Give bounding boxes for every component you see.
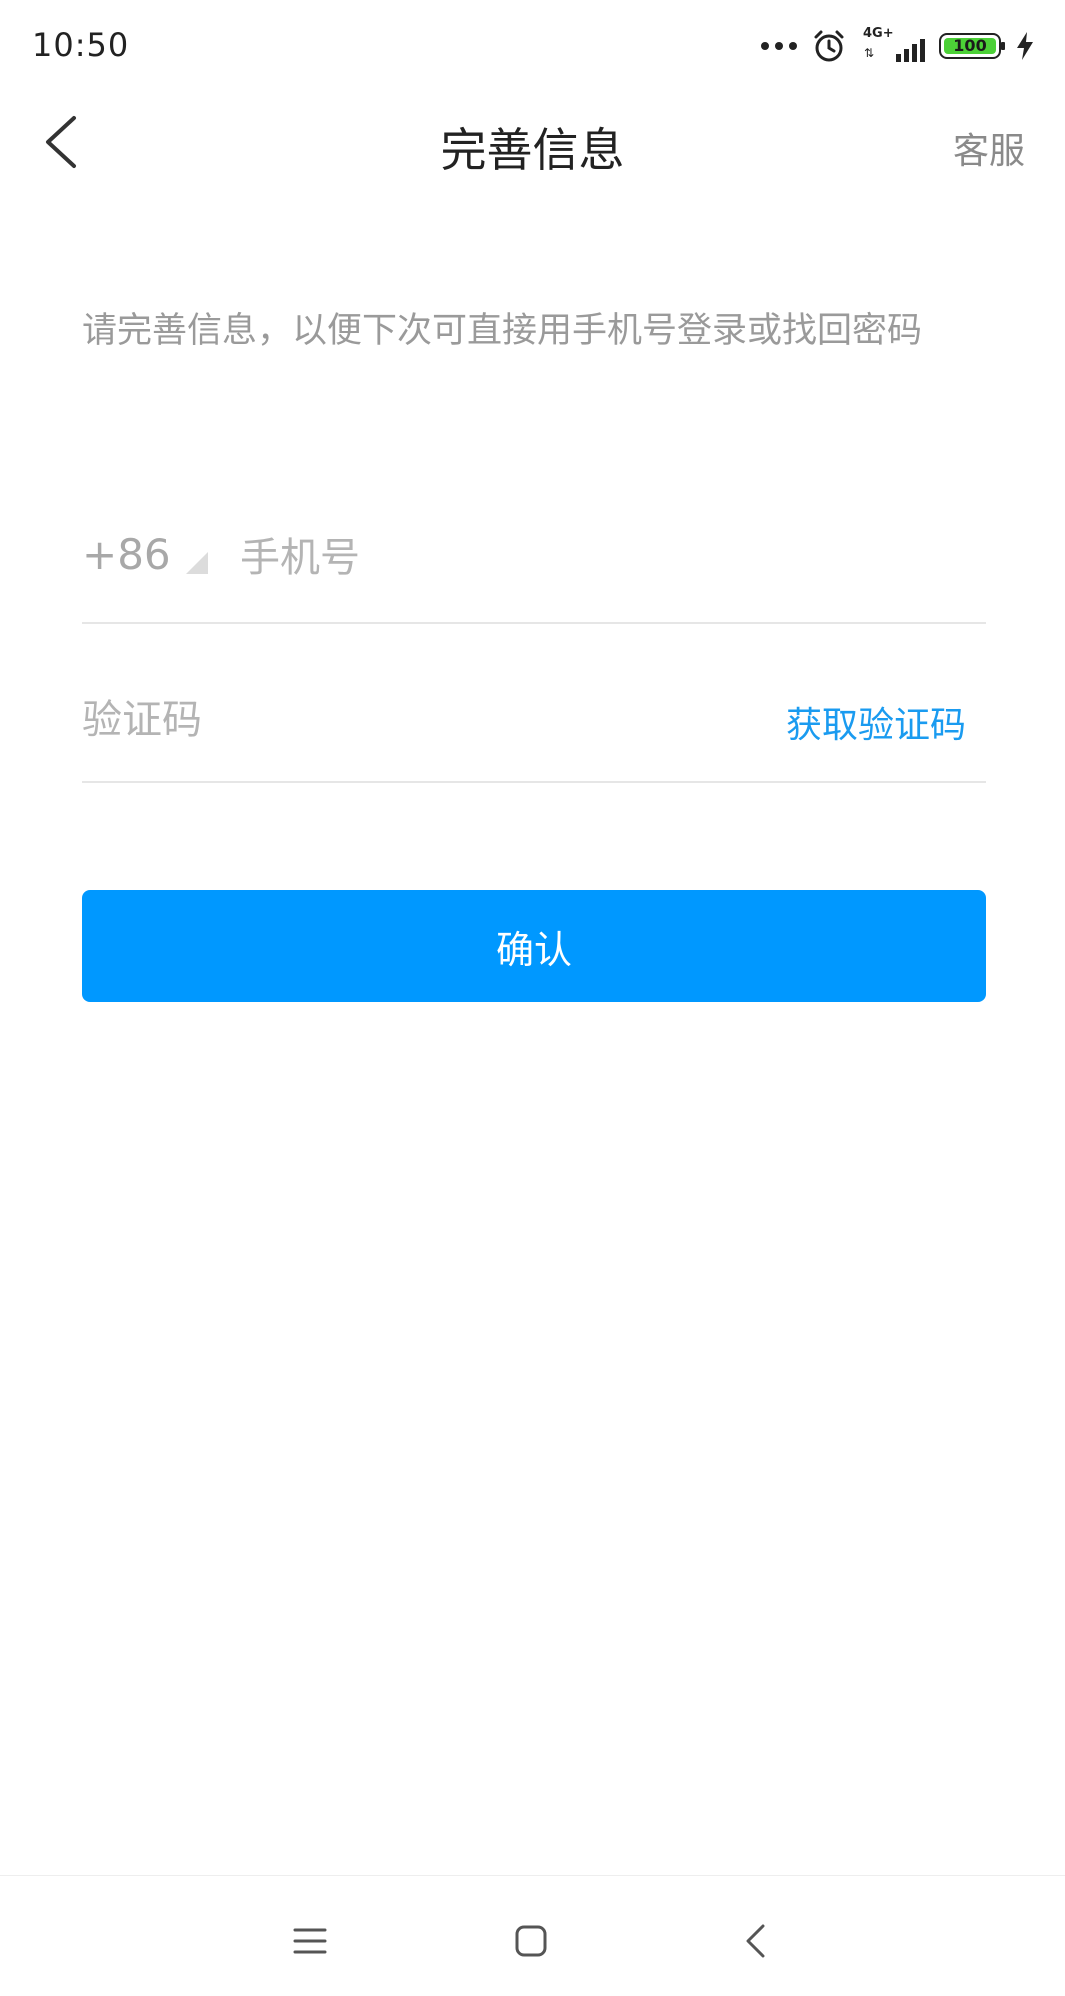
info-hint-text: 请完善信息，以便下次可直接用手机号登录或找回密码 bbox=[82, 311, 923, 351]
battery-icon: 100 bbox=[939, 33, 1005, 59]
phone-input[interactable] bbox=[240, 528, 960, 588]
network-type-label: 4G+ bbox=[863, 26, 894, 41]
status-bar: 10:50 4G+ ⇅ 100 bbox=[0, 0, 1065, 90]
page-title: 完善信息 bbox=[440, 123, 625, 177]
get-code-button[interactable]: 获取验证码 bbox=[786, 696, 966, 748]
signal-icon: 4G+ ⇅ bbox=[861, 26, 925, 64]
menu-button[interactable] bbox=[285, 1916, 335, 1966]
more-dots-icon bbox=[761, 42, 797, 50]
home-icon bbox=[515, 1925, 547, 1957]
home-button[interactable] bbox=[506, 1916, 556, 1966]
phone-field: +86 bbox=[82, 500, 986, 624]
customer-service-button[interactable]: 客服 bbox=[953, 122, 1025, 174]
verification-code-field: 获取验证码 bbox=[82, 660, 986, 783]
battery-level: 100 bbox=[953, 36, 987, 55]
system-navigation-bar bbox=[0, 1875, 1065, 1996]
status-icons: 4G+ ⇅ 100 bbox=[761, 26, 1035, 64]
system-back-button[interactable] bbox=[730, 1916, 780, 1966]
dropdown-triangle-icon[interactable] bbox=[186, 552, 208, 574]
data-arrows-icon: ⇅ bbox=[864, 46, 875, 60]
status-time: 10:50 bbox=[32, 26, 130, 64]
verification-code-input[interactable] bbox=[82, 690, 682, 750]
alarm-icon bbox=[814, 30, 844, 62]
menu-icon bbox=[293, 1928, 327, 1954]
charging-bolt-icon bbox=[1017, 32, 1033, 60]
country-code-selector[interactable]: +86 bbox=[82, 530, 171, 579]
confirm-button[interactable]: 确认 bbox=[82, 890, 986, 1002]
navigation-bar: 完善信息 客服 bbox=[0, 90, 1065, 200]
back-icon bbox=[746, 1924, 765, 1958]
